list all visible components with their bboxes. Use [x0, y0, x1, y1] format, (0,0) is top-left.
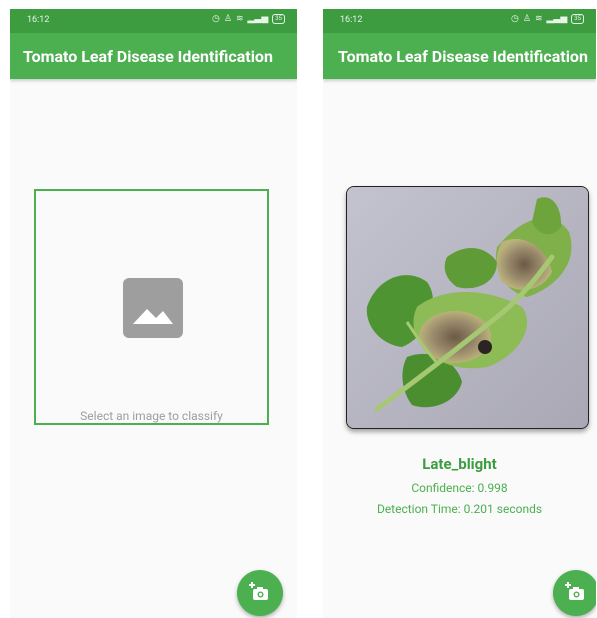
prediction-label: Late_blight	[422, 455, 497, 473]
screen-result: 16:12 ◷ ♙ ≋ ▂▃▅ 35 Tomato Leaf Disease I…	[323, 9, 596, 618]
screen-before-selection: 16:12 ◷ ♙ ≋ ▂▃▅ 35 Tomato Leaf Disease I…	[10, 9, 297, 618]
signal-icon: ▂▃▅	[546, 14, 568, 24]
page-title: Tomato Leaf Disease Identification	[338, 47, 588, 66]
status-time: 16:12	[340, 15, 363, 25]
status-bar: 16:12 ◷ ♙ ≋ ▂▃▅ 35	[323, 9, 596, 33]
alarm-icon: ◷	[212, 14, 220, 24]
add-photo-icon	[565, 582, 584, 600]
status-time: 16:12	[27, 15, 50, 25]
notification-icon: ♙	[522, 14, 531, 24]
signal-icon: ▂▃▅	[247, 14, 269, 24]
notification-icon: ♙	[223, 14, 232, 24]
select-image-hint: Select an image to classify	[80, 409, 223, 423]
app-bar: Tomato Leaf Disease Identification	[323, 33, 596, 79]
wifi-icon: ≋	[534, 14, 543, 24]
battery-icon: 35	[272, 14, 285, 24]
image-picker-area[interactable]: Select an image to classify	[34, 189, 269, 425]
add-photo-button[interactable]	[553, 570, 596, 616]
image-placeholder-icon	[123, 278, 183, 338]
status-bar: 16:12 ◷ ♙ ≋ ▂▃▅ 35	[10, 9, 297, 33]
detection-time-text: Detection Time: 0.201 seconds	[376, 502, 543, 516]
selected-leaf-photo	[346, 186, 589, 429]
add-photo-button[interactable]	[237, 570, 283, 616]
battery-icon: 35	[571, 14, 584, 24]
wifi-icon: ≋	[235, 14, 244, 24]
confidence-text: Confidence: 0.998	[411, 481, 508, 495]
add-photo-icon	[249, 582, 268, 600]
page-title: Tomato Leaf Disease Identification	[23, 47, 273, 66]
app-bar: Tomato Leaf Disease Identification	[10, 33, 297, 79]
alarm-icon: ◷	[511, 14, 519, 24]
